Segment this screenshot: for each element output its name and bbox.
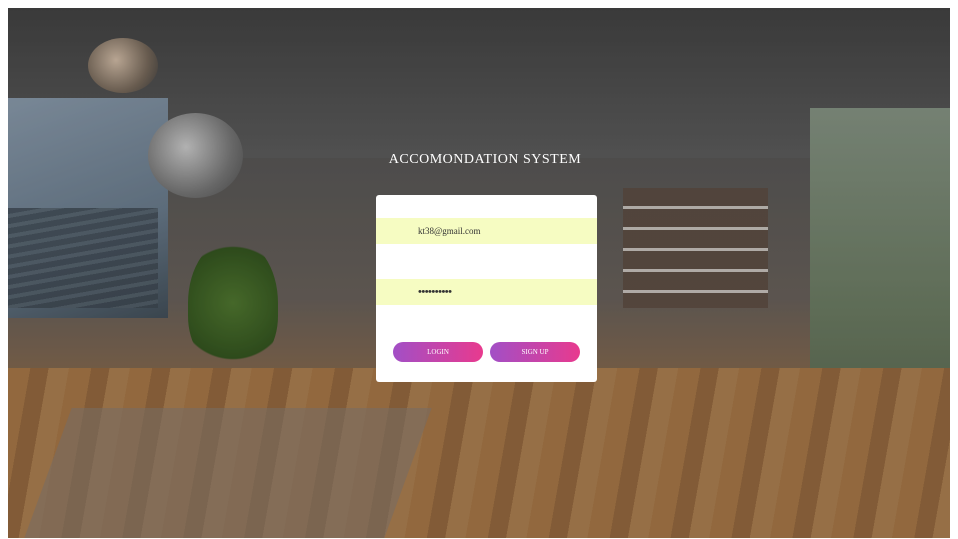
signup-button[interactable]: SIGN UP [490,342,580,362]
username-field[interactable] [376,218,597,244]
login-card: LOGIN SIGN UP [376,195,597,382]
app-title: ACCOMONDATION SYSTEM [388,152,582,167]
password-field[interactable] [376,279,597,305]
login-button[interactable]: LOGIN [393,342,483,362]
